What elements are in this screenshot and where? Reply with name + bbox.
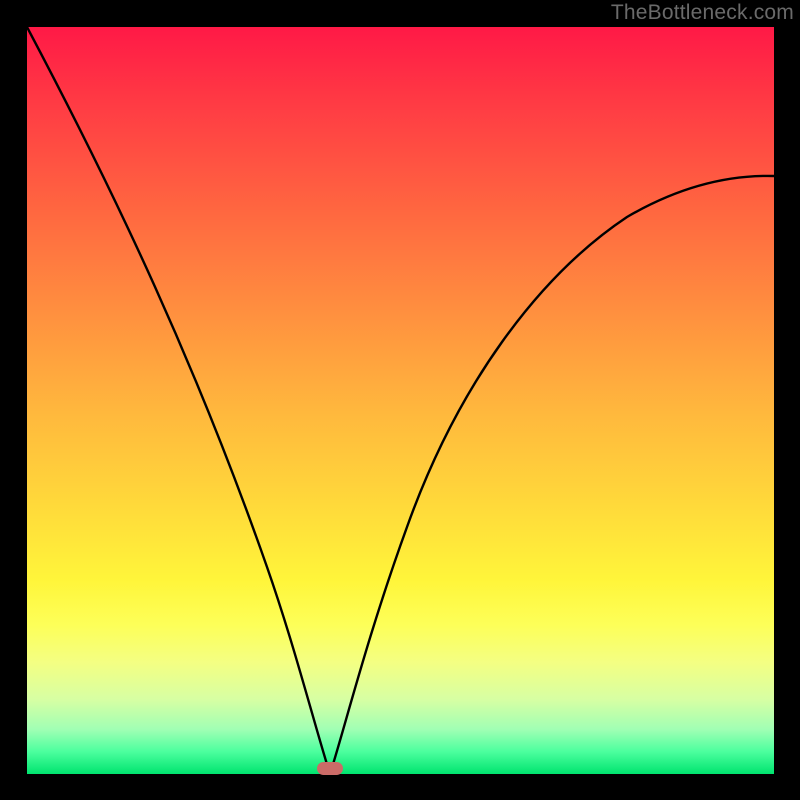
watermark-text: TheBottleneck.com (611, 1, 794, 25)
bottleneck-curve (27, 27, 774, 774)
optimal-point-marker (317, 762, 343, 775)
chart-frame: TheBottleneck.com (0, 0, 800, 800)
plot-area (27, 27, 774, 774)
curve-path (27, 27, 774, 774)
